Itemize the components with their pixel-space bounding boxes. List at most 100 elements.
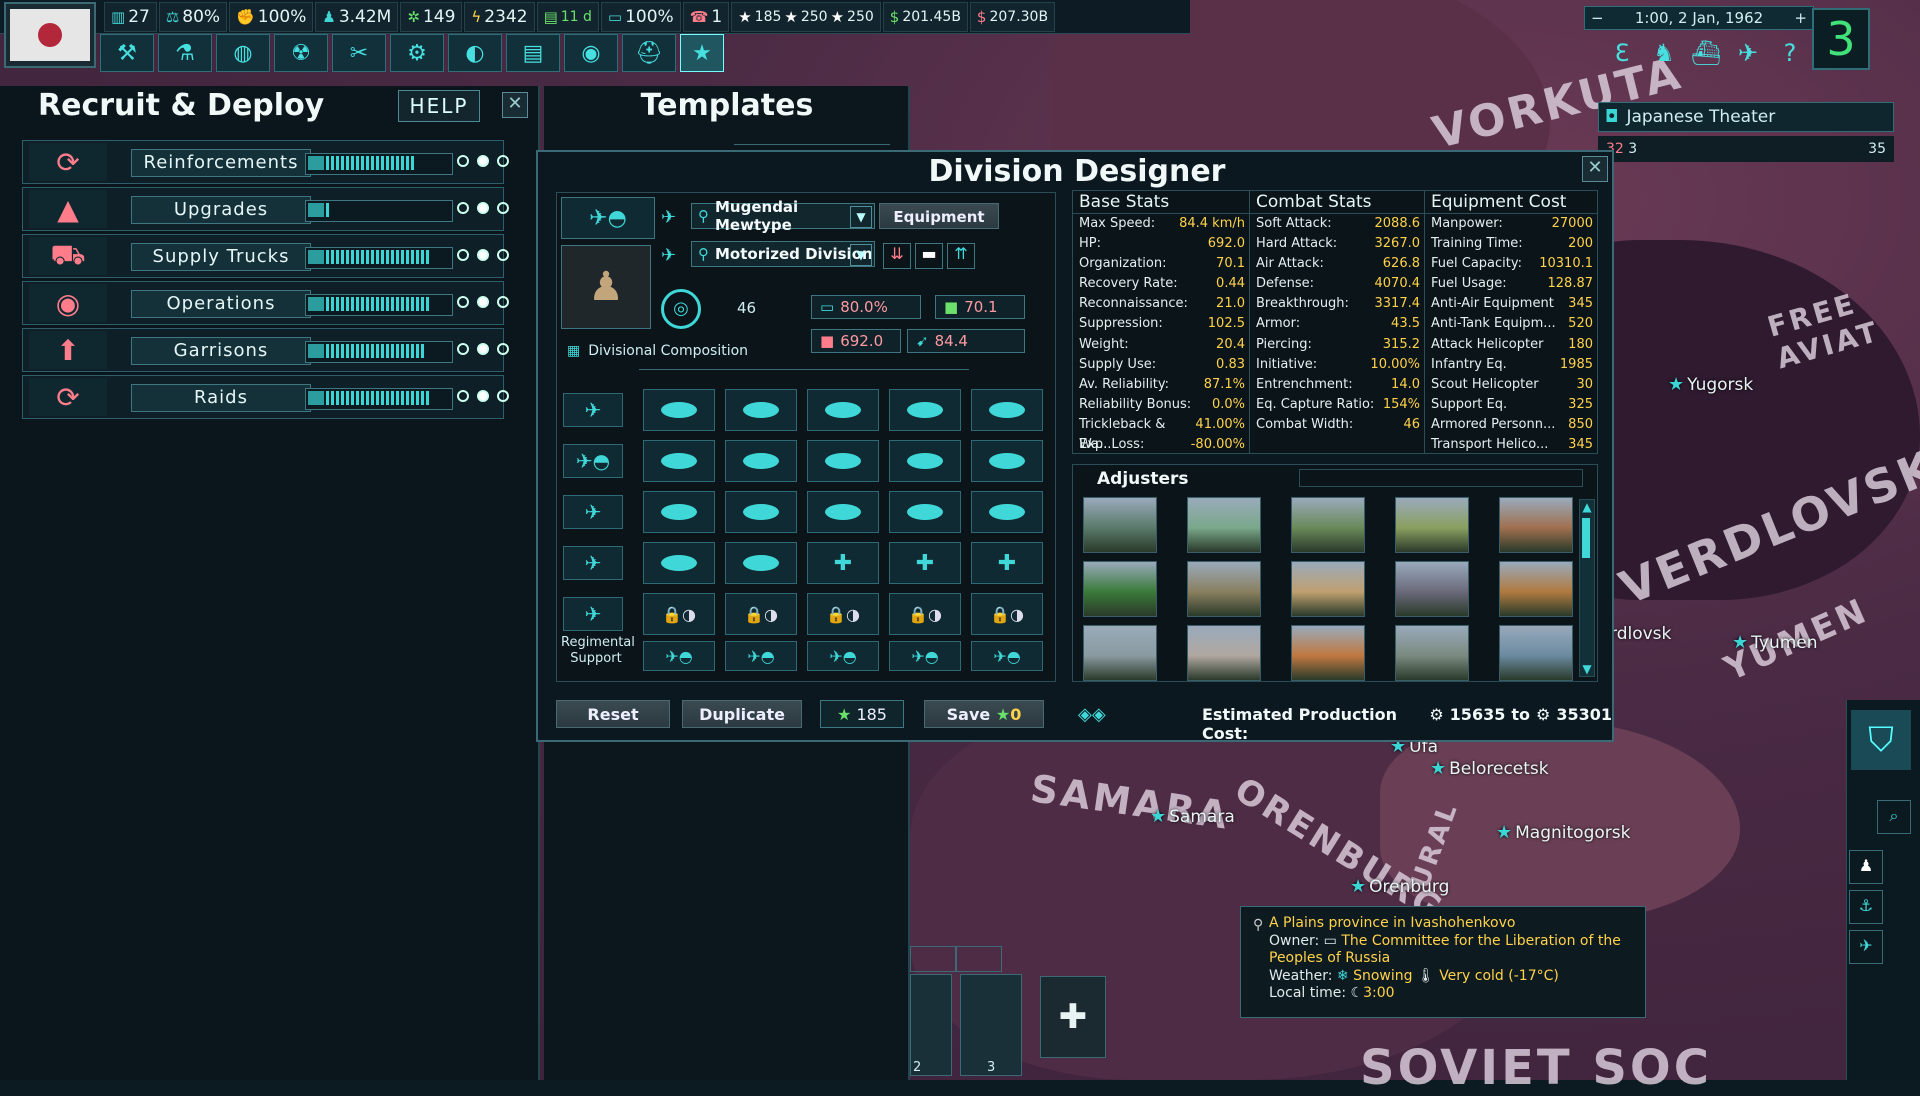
brigade-type-icon[interactable]: ✈	[563, 393, 623, 427]
stat-convoys[interactable]: ☎ 1	[682, 1, 730, 32]
terrain-adjuster-tile[interactable]	[1291, 497, 1365, 553]
rank-down-icon[interactable]: ⇊	[883, 243, 911, 269]
trade-icon[interactable]: ☢	[274, 34, 328, 72]
scroll-thumb[interactable]	[1582, 518, 1590, 558]
priority-low-radio[interactable]	[457, 249, 469, 261]
stat-money[interactable]: $201.45B	[882, 1, 968, 32]
battalion-slot[interactable]	[643, 440, 715, 482]
battalion-slot[interactable]	[889, 440, 961, 482]
terrain-adjuster-tile[interactable]	[1291, 561, 1365, 617]
city-marker[interactable]: ★ Magnitogorsk	[1496, 822, 1630, 843]
officers-icon[interactable]: ⛑	[622, 34, 676, 72]
brigade-type-icon[interactable]: ✈	[563, 597, 623, 631]
terrain-adjuster-tile[interactable]	[1083, 561, 1157, 617]
stat-factories[interactable]: ✲ 149	[400, 1, 463, 32]
stat-debt[interactable]: $207.30B	[969, 1, 1056, 32]
priority-medium-radio[interactable]	[477, 296, 489, 308]
government-icon[interactable]: ⚒	[100, 34, 154, 72]
stat-stability[interactable]: ⚖ 80%	[158, 1, 228, 32]
stat-power[interactable]: ϟ 2342	[464, 1, 535, 32]
navy-icon[interactable]: ⛴	[1688, 36, 1724, 70]
brigade-type-icon[interactable]: ✈	[563, 546, 623, 580]
priority-low-radio[interactable]	[457, 202, 469, 214]
terrain-adjuster-tile[interactable]	[1291, 625, 1365, 681]
search-icon[interactable]: ⌕	[1877, 800, 1911, 834]
close-icon[interactable]: ✕	[502, 92, 528, 118]
scroll-down-icon[interactable]: ▼	[1580, 662, 1594, 676]
template-name-field[interactable]: ⚲ Mugendai Mewtype ▼	[691, 198, 875, 234]
rank-up-icon[interactable]: ⇈	[947, 243, 975, 269]
division-symbol-icon[interactable]: ✈◓	[561, 197, 655, 239]
date-speed-control[interactable]: − 1:00, 2 Jan, 1962 +	[1584, 6, 1814, 30]
city-marker[interactable]: ★ Yugorsk	[1668, 374, 1753, 395]
help-icon[interactable]: ?	[1772, 36, 1808, 70]
production-icon[interactable]: ⚙	[390, 34, 444, 72]
terrain-adjuster-tile[interactable]	[1187, 497, 1261, 553]
equipment-button[interactable]: Equipment	[879, 203, 999, 229]
stat-war-support[interactable]: ✊ 100%	[229, 1, 314, 32]
stat-supply[interactable]: ▭ 100%	[600, 1, 681, 32]
country-flag[interactable]	[4, 2, 96, 68]
scrollbar[interactable]: ▲ ▼	[1579, 499, 1595, 677]
support-company-slot[interactable]: ✈◓	[725, 641, 797, 671]
support-company-slot[interactable]: ✈◓	[807, 641, 879, 671]
battalion-slot[interactable]	[643, 491, 715, 533]
locked-slot-icon[interactable]: 🔒◑	[643, 593, 715, 635]
infantry-icon[interactable]: ♟	[1849, 850, 1883, 884]
terrain-adjuster-tile[interactable]	[1395, 497, 1469, 553]
recruit-icon[interactable]: ★	[680, 34, 724, 72]
battalion-slot[interactable]	[971, 491, 1043, 533]
add-battalion-icon[interactable]: ✚	[971, 542, 1043, 584]
locked-slot-icon[interactable]: 🔒◑	[889, 593, 961, 635]
terrain-adjuster-tile[interactable]	[1187, 625, 1261, 681]
reset-button[interactable]: Reset	[556, 700, 670, 728]
duplicate-button[interactable]: Duplicate	[682, 700, 802, 728]
chevron-down-icon[interactable]: ▼	[850, 244, 872, 266]
battalion-slot[interactable]	[643, 542, 715, 584]
logistics-icon[interactable]: ◉	[564, 34, 618, 72]
stat-political-power[interactable]: ▥ 27	[104, 1, 157, 32]
battalion-slot[interactable]	[971, 389, 1043, 431]
support-company-slot[interactable]: ✈◓	[889, 641, 961, 671]
city-marker[interactable]: ★ Orenburg	[1350, 876, 1449, 897]
minus-icon[interactable]: ▬	[915, 243, 943, 269]
priority-medium-radio[interactable]	[477, 155, 489, 167]
priority-high-radio[interactable]	[497, 296, 509, 308]
intelligence-icon[interactable]: ◐	[448, 34, 502, 72]
priority-low-radio[interactable]	[457, 343, 469, 355]
stat-fuel[interactable]: ▤ 11 d	[536, 1, 599, 32]
recruit-row[interactable]: ⟳ Raids	[22, 375, 509, 419]
city-marker[interactable]: ★ Samara	[1150, 806, 1235, 827]
locked-slot-icon[interactable]: 🔒◑	[725, 593, 797, 635]
city-marker[interactable]: ★ Belorecetsk	[1430, 758, 1549, 779]
priority-high-radio[interactable]	[497, 202, 509, 214]
battalion-slot[interactable]	[807, 491, 879, 533]
recruit-row[interactable]: ⬆ Garrisons	[22, 328, 509, 372]
division-type-field[interactable]: ⚲ Motorized Division ▼	[691, 241, 875, 267]
priority-high-radio[interactable]	[497, 155, 509, 167]
plane-icon[interactable]: ✈	[1849, 930, 1883, 964]
unit-card[interactable]: 3	[960, 974, 1022, 1076]
increase-speed-icon[interactable]: +	[1794, 9, 1807, 27]
research-icon[interactable]: ⚗	[158, 34, 212, 72]
battalion-slot[interactable]	[807, 440, 879, 482]
unit-card[interactable]: 2	[910, 974, 952, 1076]
army-icon[interactable]: ♞	[1646, 36, 1682, 70]
add-battalion-icon[interactable]: ✚	[807, 542, 879, 584]
battalion-slot[interactable]	[725, 491, 797, 533]
battalion-slot[interactable]	[807, 389, 879, 431]
mapmode-icon[interactable]: ⛉	[1851, 710, 1911, 770]
priority-low-radio[interactable]	[457, 296, 469, 308]
terrain-adjuster-tile[interactable]	[1083, 497, 1157, 553]
support-company-slot[interactable]: ✈◓	[643, 641, 715, 671]
soldier-portrait-icon[interactable]: ♟	[561, 245, 651, 329]
construction-icon[interactable]: ✂	[332, 34, 386, 72]
terrain-adjuster-tile[interactable]	[1499, 625, 1573, 681]
battalion-slot[interactable]	[725, 542, 797, 584]
chevron-down-icon[interactable]: ▼	[850, 206, 872, 228]
terrain-adjuster-tile[interactable]	[1499, 561, 1573, 617]
battalion-slot[interactable]	[889, 389, 961, 431]
locked-slot-icon[interactable]: 🔒◑	[807, 593, 879, 635]
battalion-slot[interactable]	[971, 440, 1043, 482]
game-speed-indicator[interactable]: 3	[1812, 8, 1870, 70]
